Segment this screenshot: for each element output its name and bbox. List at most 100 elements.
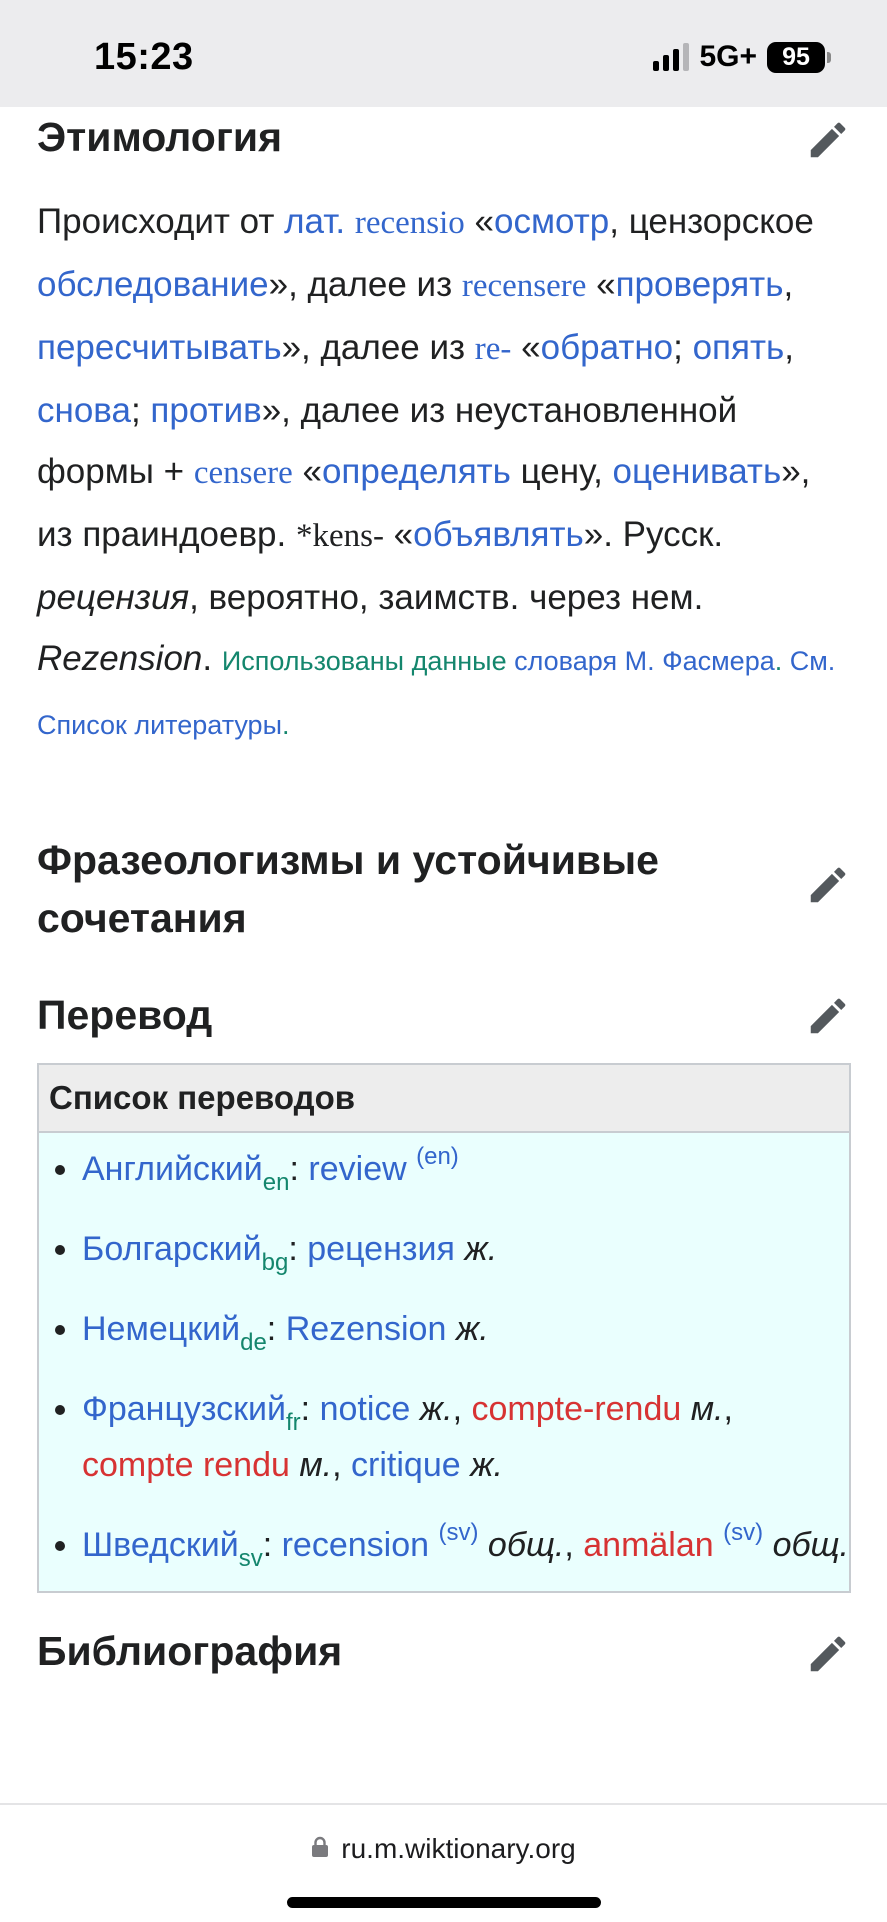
status-indicators: 5G+ 95 xyxy=(653,40,831,74)
wiki-ref-link[interactable]: (en) xyxy=(416,1143,459,1170)
etym-text: , вероятно, заимств. через нем. xyxy=(189,578,704,618)
etym-text: , xyxy=(783,265,794,305)
separator: , xyxy=(332,1445,352,1484)
link-vasmer-dictionary[interactable]: словаря М. Фасмера xyxy=(514,646,775,676)
translation-link[interactable]: critique xyxy=(351,1446,461,1484)
etym-text: цену, xyxy=(510,452,613,492)
pencil-icon[interactable] xyxy=(805,1631,851,1677)
etym-text: ». Русск. xyxy=(583,515,724,555)
translation-item-sv: Шведскийsv: recension (sv) общ., anmälan… xyxy=(82,1517,849,1573)
separator: : xyxy=(300,1389,320,1428)
browser-address-bar[interactable]: ru.m.wiktionary.org xyxy=(0,1803,887,1922)
link-recensio[interactable]: recensio xyxy=(355,205,465,241)
wiki-ref-link[interactable]: (sv) xyxy=(723,1519,763,1546)
link-re[interactable]: re- xyxy=(475,331,512,367)
lang-code: en xyxy=(262,1168,290,1196)
section-heading-phraseology: Фразеологизмы и устойчивые сочетания xyxy=(37,832,851,947)
lang-code: bg xyxy=(261,1248,289,1276)
translation-link[interactable]: review xyxy=(308,1150,406,1188)
article-content: Этимология Происходит от лат. recensio «… xyxy=(37,107,851,1680)
link-opyat[interactable]: опять xyxy=(693,328,785,367)
translation-link[interactable]: Rezension xyxy=(286,1310,447,1348)
link-pereschityvat[interactable]: пересчитывать xyxy=(37,328,282,367)
link-lat[interactable]: лат. xyxy=(284,202,345,241)
lang-link[interactable]: Немецкий xyxy=(82,1310,240,1348)
url-text[interactable]: ru.m.wiktionary.org xyxy=(341,1833,575,1865)
link-opredelyat[interactable]: определять xyxy=(322,452,511,491)
link-protiv[interactable]: против xyxy=(150,391,261,430)
lock-icon xyxy=(311,1836,329,1863)
link-otsenivat[interactable]: оценивать xyxy=(613,452,782,491)
section-heading-translation: Перевод xyxy=(37,987,851,1044)
separator: : xyxy=(289,1149,309,1188)
etym-text: ; xyxy=(673,328,693,368)
lang-link[interactable]: Болгарский xyxy=(82,1230,262,1268)
separator: : xyxy=(266,1309,286,1348)
link-obsledovanie[interactable]: обследование xyxy=(37,265,269,304)
bibliography-title: Библиография xyxy=(37,1627,343,1674)
etym-text: « xyxy=(383,515,414,555)
etym-text: », далее из xyxy=(281,328,475,368)
link-censere[interactable]: censere xyxy=(194,455,293,491)
source-note: Использованы данные xyxy=(221,646,515,677)
section-heading-bibliography: Библиография xyxy=(37,1623,851,1680)
link-obyavlyat[interactable]: объявлять xyxy=(413,515,584,554)
gender-label: м. xyxy=(299,1445,333,1484)
missing-translation-link[interactable]: compte rendu xyxy=(82,1446,290,1484)
pie-root: *kens- xyxy=(295,518,384,555)
url-row[interactable]: ru.m.wiktionary.org xyxy=(0,1833,887,1865)
link-proveryat[interactable]: проверять xyxy=(616,265,784,304)
lang-code: de xyxy=(240,1328,267,1356)
link-osmotr[interactable]: осмотр xyxy=(494,202,609,241)
separator: : xyxy=(262,1525,282,1564)
cellular-signal-icon xyxy=(653,43,690,71)
translation-title: Перевод xyxy=(37,992,213,1039)
etym-text: « xyxy=(292,452,322,492)
pencil-icon[interactable] xyxy=(805,117,851,163)
translation-link[interactable]: notice xyxy=(320,1390,411,1428)
etym-text: « xyxy=(586,265,616,305)
home-indicator[interactable] xyxy=(287,1897,601,1908)
missing-translation-link[interactable]: anmälan xyxy=(583,1526,713,1564)
section-heading-etymology: Этимология xyxy=(37,109,851,166)
etym-text: « xyxy=(464,202,495,242)
separator: , xyxy=(564,1525,584,1564)
link-recensere[interactable]: recensere xyxy=(462,268,587,304)
pencil-icon[interactable] xyxy=(805,862,851,908)
etym-text: », далее из xyxy=(268,265,462,305)
etym-text: , цензорское xyxy=(609,202,814,242)
network-type: 5G+ xyxy=(699,40,757,73)
translations-table: Список переводов Английскийen: review (e… xyxy=(37,1062,851,1593)
pencil-icon[interactable] xyxy=(805,993,851,1039)
translation-link[interactable]: recension xyxy=(282,1526,429,1564)
etym-text: . xyxy=(281,710,290,741)
separator: : xyxy=(288,1229,308,1268)
german-word: Rezension xyxy=(37,639,203,679)
russian-word: рецензия xyxy=(37,578,190,618)
link-snova[interactable]: снова xyxy=(37,391,131,430)
translation-link[interactable]: рецензия xyxy=(307,1230,455,1268)
lang-link[interactable]: Английский xyxy=(82,1150,263,1188)
lang-link[interactable]: Шведский xyxy=(82,1526,239,1564)
phraseology-title: Фразеологизмы и устойчивые сочетания xyxy=(37,837,659,941)
gender-label: ж. xyxy=(419,1389,453,1428)
wiki-ref-link[interactable]: (sv) xyxy=(438,1519,478,1546)
separator: , xyxy=(452,1389,472,1428)
status-bar: 15:23 5G+ 95 xyxy=(0,0,887,107)
link-obratno[interactable]: обратно xyxy=(541,328,674,367)
battery-level: 95 xyxy=(767,41,825,73)
etym-text xyxy=(345,202,355,241)
gender-label: ж. xyxy=(455,1309,489,1348)
etym-text: . xyxy=(774,646,790,677)
gender-label: ж. xyxy=(470,1445,503,1484)
translations-list: Английскийen: review (en) Болгарскийbg: … xyxy=(39,1133,849,1591)
missing-translation-link[interactable]: compte-rendu xyxy=(472,1390,682,1428)
etym-text: , xyxy=(784,328,794,368)
etymology-title: Этимология xyxy=(37,114,283,160)
separator: , xyxy=(723,1389,733,1428)
translation-item-en: Английскийen: review (en) xyxy=(82,1141,849,1197)
lang-link[interactable]: Французский xyxy=(82,1390,286,1428)
lang-code: sv xyxy=(238,1544,263,1572)
etym-text: . xyxy=(202,639,222,679)
translation-item-de: Немецкийde: Rezension ж. xyxy=(82,1301,849,1357)
